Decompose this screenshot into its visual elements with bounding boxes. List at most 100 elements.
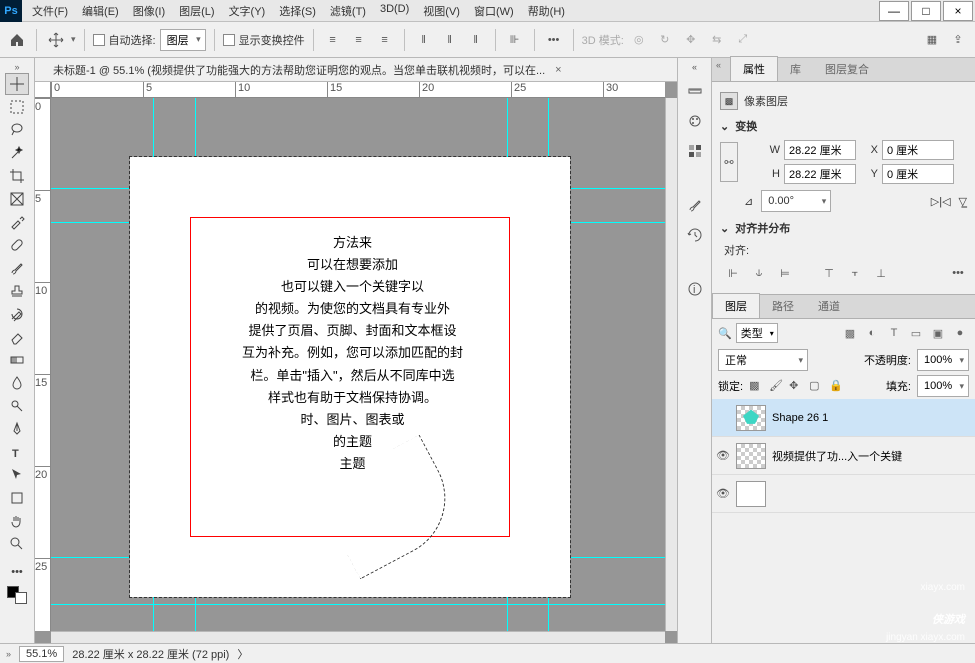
- marquee-tool[interactable]: [5, 96, 29, 118]
- tab-paths[interactable]: 路径: [760, 294, 806, 318]
- crop-tool[interactable]: [5, 165, 29, 187]
- opacity-input[interactable]: 100%: [917, 349, 969, 371]
- auto-select-checkbox[interactable]: [93, 34, 105, 46]
- history-panel-icon[interactable]: [684, 224, 706, 246]
- history-brush-tool[interactable]: [5, 303, 29, 325]
- layer-row[interactable]: 👁: [712, 475, 975, 513]
- layer-row[interactable]: Shape 26 1: [712, 399, 975, 437]
- width-input[interactable]: [784, 140, 856, 160]
- blur-tool[interactable]: [5, 372, 29, 394]
- stamp-tool[interactable]: [5, 280, 29, 302]
- shape-tool[interactable]: [5, 487, 29, 509]
- strip-expand-icon[interactable]: «: [692, 62, 697, 72]
- align-bottom-edges-icon[interactable]: ⊥: [872, 264, 890, 282]
- filter-smart-icon[interactable]: ▣: [929, 324, 947, 342]
- eyedropper-tool[interactable]: [5, 211, 29, 233]
- scrollbar-v[interactable]: [665, 98, 677, 631]
- menu-file[interactable]: 文件(F): [32, 3, 68, 19]
- align-h-centers-icon[interactable]: ⫝: [750, 264, 768, 282]
- color-swatch[interactable]: [5, 584, 29, 606]
- tab-layers[interactable]: 图层: [712, 293, 760, 318]
- lock-nest-icon[interactable]: ▢: [809, 379, 823, 393]
- layer-name[interactable]: 视频提供了功...入一个关键: [772, 448, 902, 464]
- lasso-tool[interactable]: [5, 119, 29, 141]
- zoom-tool[interactable]: [5, 533, 29, 555]
- align-left-edges-icon[interactable]: ⊩: [724, 264, 742, 282]
- color-panel-icon[interactable]: [684, 110, 706, 132]
- menu-type[interactable]: 文字(Y): [229, 3, 266, 19]
- path-select-tool[interactable]: [5, 464, 29, 486]
- align-center-h-icon[interactable]: ≡: [348, 29, 370, 51]
- align-more-icon[interactable]: •••: [949, 264, 967, 282]
- guide-h[interactable]: [51, 604, 665, 605]
- menu-layer[interactable]: 图层(L): [179, 3, 214, 19]
- maximize-button[interactable]: □: [911, 1, 941, 21]
- layer-thumbnail[interactable]: [736, 481, 766, 507]
- minimize-button[interactable]: —: [879, 1, 909, 21]
- menu-edit[interactable]: 编辑(E): [82, 3, 119, 19]
- info-panel-icon[interactable]: i: [684, 278, 706, 300]
- brush-panel-icon[interactable]: [684, 194, 706, 216]
- ruler-horizontal[interactable]: 051015202530: [51, 82, 665, 98]
- doc-dimensions[interactable]: 28.22 厘米 x 28.22 厘米 (72 ppi): [72, 646, 229, 662]
- ruler-vertical[interactable]: 0510152025: [35, 98, 51, 631]
- menu-view[interactable]: 视图(V): [423, 3, 460, 19]
- search-icon[interactable]: 🔍: [718, 327, 732, 340]
- status-more-icon[interactable]: 〉: [237, 646, 248, 662]
- align-right-icon[interactable]: ≡: [374, 29, 396, 51]
- heal-tool[interactable]: [5, 234, 29, 256]
- angle-input[interactable]: 0.00°: [761, 190, 831, 212]
- align-top-edges-icon[interactable]: ⊤: [820, 264, 838, 282]
- menu-filter[interactable]: 滤镜(T): [330, 3, 366, 19]
- distribute-icon[interactable]: ⊪: [504, 29, 526, 51]
- lock-paint-icon[interactable]: 🖌: [769, 379, 783, 393]
- align-right-edges-icon[interactable]: ⊨: [776, 264, 794, 282]
- visibility-toggle[interactable]: 👁: [716, 487, 730, 500]
- lock-trans-icon[interactable]: ▩: [749, 379, 763, 393]
- align-section-header[interactable]: 对齐并分布: [720, 220, 967, 236]
- show-transform-checkbox[interactable]: [223, 34, 235, 46]
- y-input[interactable]: [882, 164, 954, 184]
- auto-select-dropdown[interactable]: 图层: [160, 29, 206, 51]
- filter-shape-icon[interactable]: ▭: [907, 324, 925, 342]
- tab-layer-comps[interactable]: 图层复合: [813, 57, 881, 81]
- gradient-tool[interactable]: [5, 349, 29, 371]
- panel-collapse-icon[interactable]: «: [716, 60, 721, 70]
- magic-wand-tool[interactable]: [5, 142, 29, 164]
- tab-properties[interactable]: 属性: [730, 56, 778, 81]
- transform-section-header[interactable]: 变换: [720, 118, 967, 134]
- canvas[interactable]: 方法来 可以在想要添加 也可以键入一个关键字以 的视频。为使您的文档具有专业外 …: [130, 157, 570, 597]
- close-button[interactable]: ×: [943, 1, 973, 21]
- align-left-icon[interactable]: ≡: [322, 29, 344, 51]
- menu-help[interactable]: 帮助(H): [528, 3, 565, 19]
- home-icon[interactable]: [6, 29, 28, 51]
- align-bottom-icon[interactable]: ‖: [465, 29, 487, 51]
- menu-image[interactable]: 图像(I): [133, 3, 165, 19]
- move-tool[interactable]: [5, 73, 29, 95]
- filter-adjust-icon[interactable]: ◐: [863, 324, 881, 342]
- pen-tool[interactable]: [5, 418, 29, 440]
- link-wh-button[interactable]: ⚯: [720, 142, 738, 182]
- filter-kind-dropdown[interactable]: 类型: [736, 323, 778, 343]
- ruler-panel-icon[interactable]: [684, 80, 706, 102]
- menu-select[interactable]: 选择(S): [279, 3, 316, 19]
- statusbar-expand-icon[interactable]: »: [6, 649, 11, 659]
- edit-toolbar-icon[interactable]: •••: [5, 561, 29, 583]
- align-v-centers-icon[interactable]: ⫟: [846, 264, 864, 282]
- swatches-panel-icon[interactable]: [684, 140, 706, 162]
- menu-window[interactable]: 窗口(W): [474, 3, 514, 19]
- visibility-toggle[interactable]: 👁: [716, 449, 730, 462]
- align-top-icon[interactable]: ‖: [413, 29, 435, 51]
- menu-3d[interactable]: 3D(D): [380, 3, 409, 19]
- scrollbar-h[interactable]: [51, 631, 665, 643]
- dodge-tool[interactable]: [5, 395, 29, 417]
- zoom-field[interactable]: 55.1%: [19, 646, 64, 662]
- layer-thumbnail[interactable]: [736, 405, 766, 431]
- filter-type-icon[interactable]: T: [885, 324, 903, 342]
- share-icon[interactable]: ⇪: [947, 29, 969, 51]
- fill-input[interactable]: 100%: [917, 375, 969, 397]
- filter-toggle-icon[interactable]: ●: [951, 324, 969, 342]
- flip-v-icon[interactable]: ▽̲: [959, 195, 967, 208]
- flip-h-icon[interactable]: ▷|◁: [931, 195, 951, 208]
- layer-thumbnail[interactable]: [736, 443, 766, 469]
